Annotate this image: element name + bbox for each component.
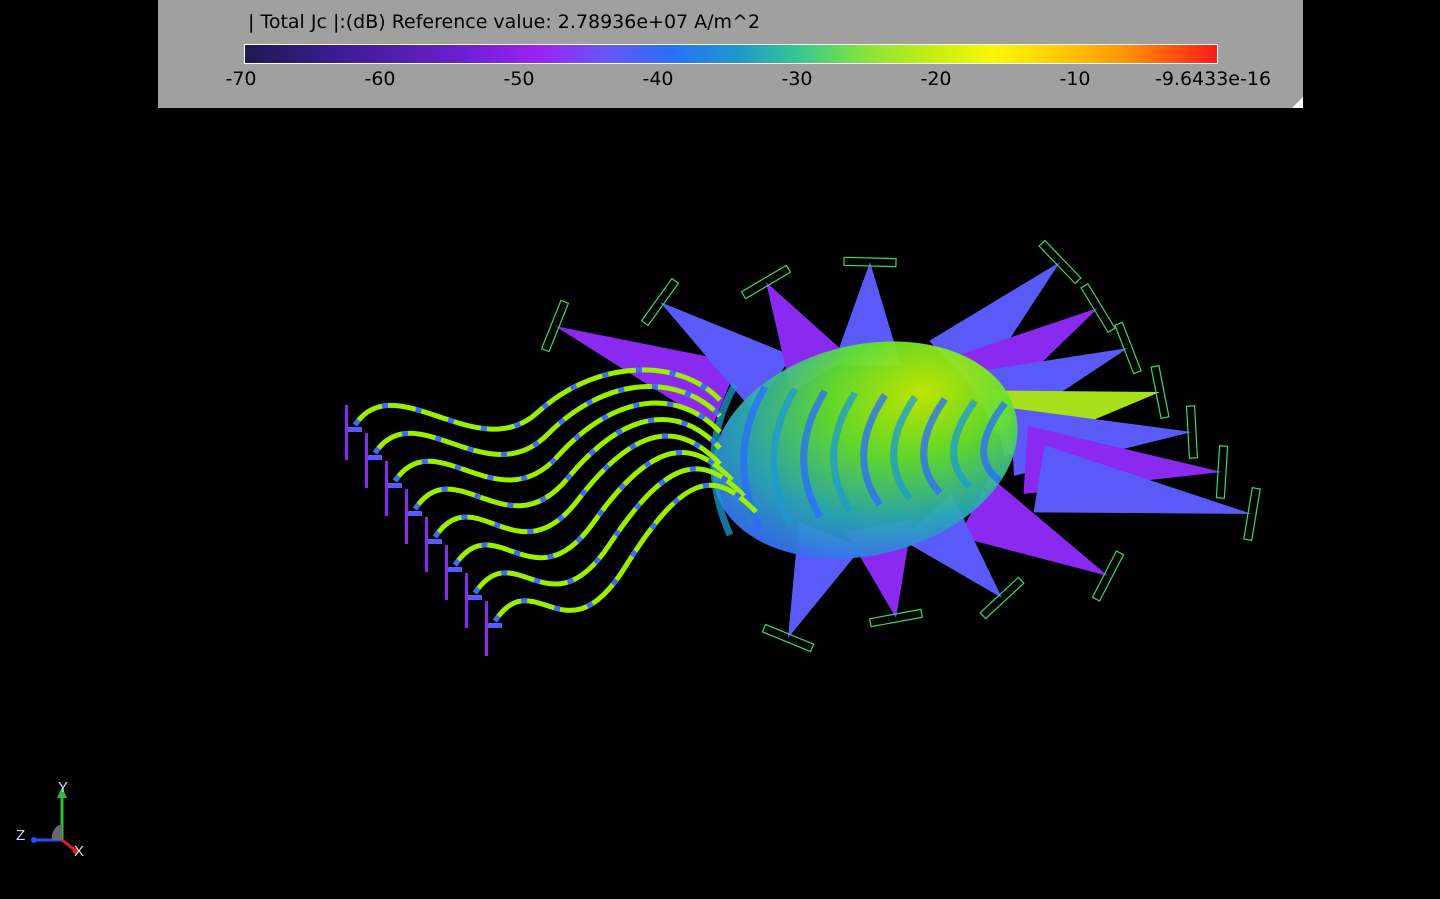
field-plot-viewport[interactable] — [0, 0, 1440, 899]
axis-sector — [51, 824, 62, 840]
connector-stub — [465, 573, 468, 628]
connector-stub — [485, 601, 488, 656]
feed-line — [412, 417, 722, 511]
connector-stub — [405, 489, 408, 544]
connector-stub — [365, 433, 368, 488]
connector-arm — [388, 483, 402, 488]
connector-arm — [468, 595, 482, 600]
connector-stub — [385, 461, 388, 516]
x-axis-label: X — [74, 843, 84, 858]
connector-arm — [428, 539, 442, 544]
z-arrow-head — [31, 837, 37, 843]
connector-stub — [445, 545, 448, 600]
connector-arm — [348, 427, 362, 432]
axis-triad: Y Z X — [16, 779, 84, 858]
connector-stub — [425, 517, 428, 572]
connector-arm — [448, 567, 462, 572]
input-connectors — [345, 405, 502, 656]
connector-stub — [345, 405, 348, 460]
z-axis-label: Z — [16, 827, 25, 844]
connector-arm — [488, 623, 502, 628]
connector-arm — [368, 455, 382, 460]
connector-arm — [408, 511, 422, 516]
feed-line-stripe — [412, 417, 722, 511]
y-axis-label: Y — [58, 779, 68, 796]
